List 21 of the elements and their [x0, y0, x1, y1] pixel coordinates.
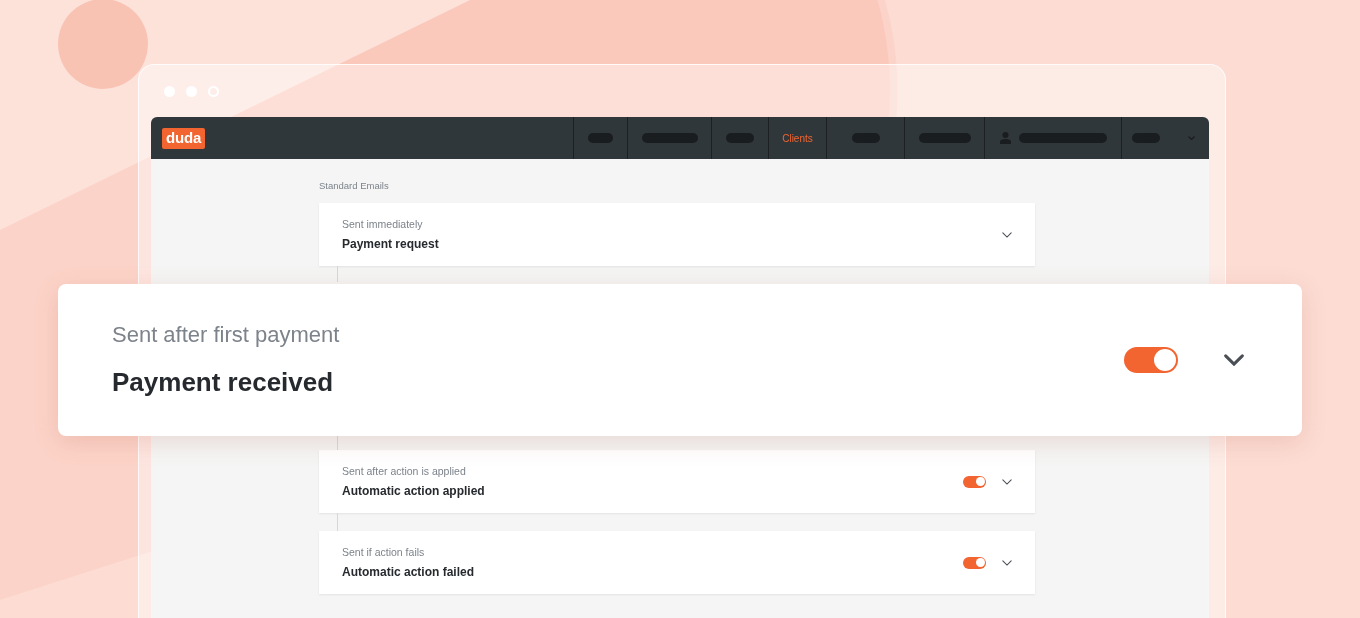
nav-tab[interactable]: Clients — [782, 132, 813, 144]
email-card[interactable]: Sent immediately Payment request — [319, 203, 1035, 266]
chevron-down-icon[interactable] — [1002, 478, 1012, 485]
email-trigger: Sent if action fails — [342, 546, 426, 558]
email-trigger: Sent immediately — [342, 218, 424, 230]
email-name: Automatic action applied — [342, 484, 486, 498]
toggle-switch[interactable] — [1124, 347, 1178, 373]
email-name: Automatic action failed — [342, 565, 476, 579]
chevron-down-icon[interactable] — [1002, 559, 1012, 566]
email-card[interactable]: Sent after first payment Payment received — [58, 284, 1302, 436]
email-name: Payment request — [342, 237, 440, 251]
section-title: Standard Emails — [319, 180, 390, 191]
email-card[interactable]: Sent after action is applied Automatic action applied — [319, 450, 1035, 513]
email-trigger: Sent after action is applied — [342, 465, 467, 477]
chevron-down-icon[interactable] — [1224, 354, 1244, 366]
toggle-switch[interactable] — [963, 556, 986, 569]
email-name: Payment received — [112, 367, 335, 398]
toggle-switch[interactable] — [963, 475, 986, 488]
chevron-down-icon[interactable] — [1002, 231, 1012, 238]
email-card[interactable]: Sent if action fails Automatic action failed — [319, 531, 1035, 594]
email-trigger: Sent after first payment — [112, 322, 341, 348]
